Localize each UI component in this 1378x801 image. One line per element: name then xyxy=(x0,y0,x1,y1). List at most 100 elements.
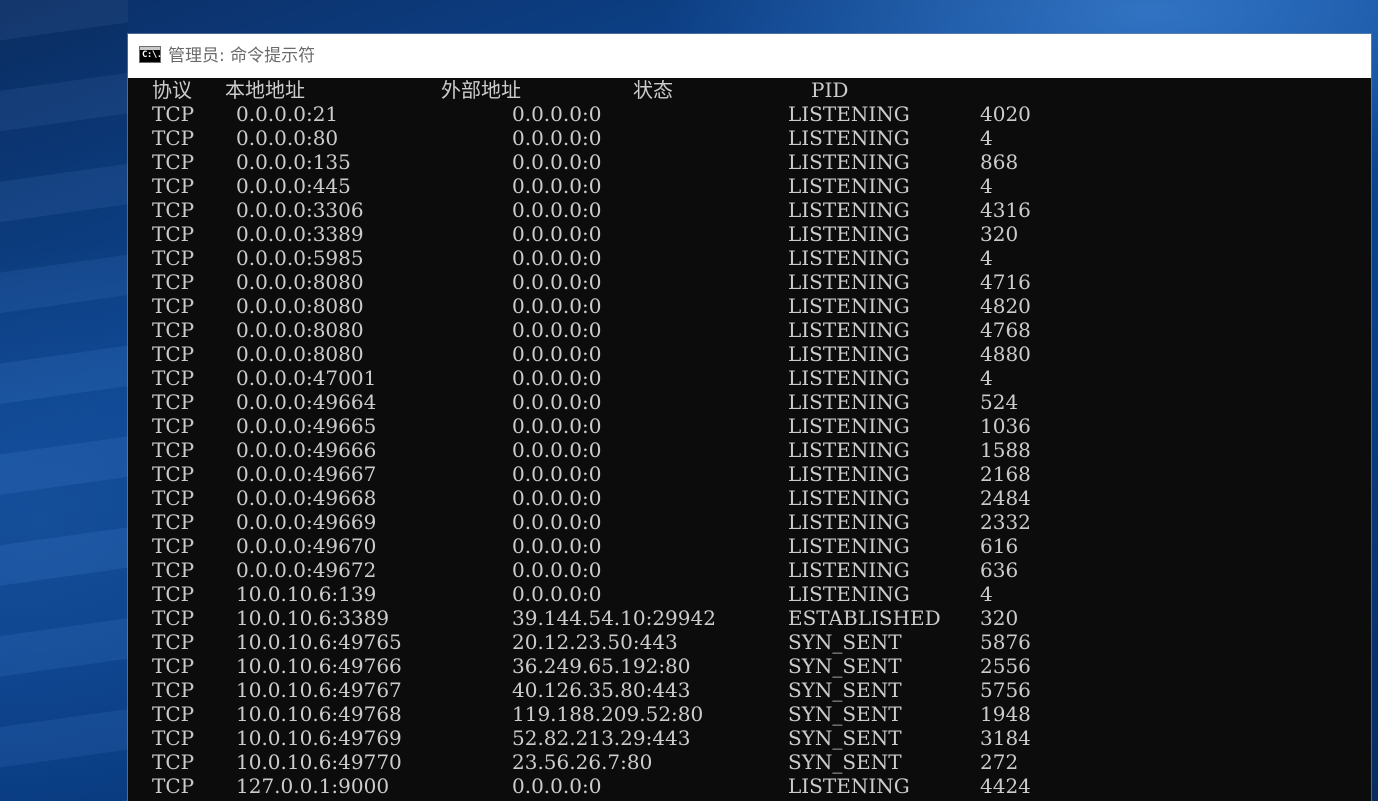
row-pid: 1588 xyxy=(980,438,1031,462)
row-foreign-address: 0.0.0.0:0 xyxy=(512,462,602,486)
row-local-address: 0.0.0.0:49669 xyxy=(236,510,377,534)
row-state: LISTENING xyxy=(788,774,910,798)
row-state: LISTENING xyxy=(788,246,910,270)
title-bar[interactable]: C:\. 管理员: 命令提示符 xyxy=(128,34,1371,78)
row-state: LISTENING xyxy=(788,222,910,246)
row-local-address: 0.0.0.0:49664 xyxy=(236,390,377,414)
row-local-address: 10.0.10.6:49767 xyxy=(236,678,402,702)
netstat-header-row: 协议 本地地址 外部地址 状态 PID xyxy=(128,78,848,102)
row-pid: 4 xyxy=(980,246,993,270)
row-state: SYN_SENT xyxy=(788,678,902,702)
row-local-address: 10.0.10.6:3389 xyxy=(236,606,390,630)
row-pid: 4316 xyxy=(980,198,1031,222)
row-foreign-address: 0.0.0.0:0 xyxy=(512,438,602,462)
row-pid: 3184 xyxy=(980,726,1031,750)
row-pid: 4 xyxy=(980,174,993,198)
cmd-icon-label: C:\. xyxy=(142,50,162,60)
row-local-address: 0.0.0.0:49666 xyxy=(236,438,377,462)
row-foreign-address: 40.126.35.80:443 xyxy=(512,678,691,702)
row-proto: TCP xyxy=(152,462,195,486)
console-output[interactable]: 协议 本地地址 外部地址 状态 PID TCP 0.0.0.0:21 0.0.0.0… xyxy=(128,78,1371,801)
row-foreign-address: 0.0.0.0:0 xyxy=(512,246,602,270)
row-proto: TCP xyxy=(152,750,195,774)
row-foreign-address: 0.0.0.0:0 xyxy=(512,486,602,510)
row-local-address: 10.0.10.6:49768 xyxy=(236,702,402,726)
row-pid: 4716 xyxy=(980,270,1031,294)
row-local-address: 0.0.0.0:49670 xyxy=(236,534,377,558)
row-state: LISTENING xyxy=(788,558,910,582)
row-state: SYN_SENT xyxy=(788,750,902,774)
row-foreign-address: 20.12.23.50:443 xyxy=(512,630,678,654)
row-state: LISTENING xyxy=(788,438,910,462)
row-pid: 5876 xyxy=(980,630,1031,654)
row-foreign-address: 0.0.0.0:0 xyxy=(512,318,602,342)
row-foreign-address: 0.0.0.0:0 xyxy=(512,294,602,318)
row-state: SYN_SENT xyxy=(788,726,902,750)
cmd-window[interactable]: C:\. 管理员: 命令提示符 协议 本地地址 外部地址 状态 PID TCP 0… xyxy=(128,34,1371,801)
row-state: LISTENING xyxy=(788,198,910,222)
row-foreign-address: 0.0.0.0:0 xyxy=(512,126,602,150)
row-pid: 1036 xyxy=(980,414,1031,438)
row-proto: TCP xyxy=(152,342,195,366)
row-state: LISTENING xyxy=(788,534,910,558)
row-proto: TCP xyxy=(152,102,195,126)
row-state: SYN_SENT xyxy=(788,630,902,654)
row-local-address: 10.0.10.6:49769 xyxy=(236,726,402,750)
row-pid: 4020 xyxy=(980,102,1031,126)
header-foreign-address: 外部地址 xyxy=(441,78,521,102)
cmd-icon[interactable]: C:\. xyxy=(139,46,162,63)
row-pid: 4 xyxy=(980,582,993,606)
row-proto: TCP xyxy=(152,414,195,438)
row-foreign-address: 23.56.26.7:80 xyxy=(512,750,653,774)
row-state: SYN_SENT xyxy=(788,654,902,678)
row-proto: TCP xyxy=(152,486,195,510)
row-pid: 4 xyxy=(980,126,993,150)
row-local-address: 127.0.0.1:9000 xyxy=(236,774,390,798)
row-pid: 4424 xyxy=(980,774,1031,798)
row-local-address: 0.0.0.0:8080 xyxy=(236,342,364,366)
row-pid: 524 xyxy=(980,390,1019,414)
row-state: ESTABLISHED xyxy=(788,606,941,630)
row-proto: TCP xyxy=(152,510,195,534)
row-foreign-address: 0.0.0.0:0 xyxy=(512,222,602,246)
row-proto: TCP xyxy=(152,126,195,150)
row-proto: TCP xyxy=(152,150,195,174)
row-local-address: 0.0.0.0:135 xyxy=(236,150,351,174)
row-pid: 868 xyxy=(980,150,1019,174)
row-proto: TCP xyxy=(152,318,195,342)
row-state: LISTENING xyxy=(788,150,910,174)
row-pid: 320 xyxy=(980,606,1019,630)
row-proto: TCP xyxy=(152,726,195,750)
row-pid: 2332 xyxy=(980,510,1031,534)
row-pid: 1948 xyxy=(980,702,1031,726)
header-state: 状态 xyxy=(633,78,673,102)
row-foreign-address: 0.0.0.0:0 xyxy=(512,198,602,222)
row-foreign-address: 0.0.0.0:0 xyxy=(512,150,602,174)
row-state: LISTENING xyxy=(788,342,910,366)
row-foreign-address: 0.0.0.0:0 xyxy=(512,102,602,126)
row-proto: TCP xyxy=(152,390,195,414)
row-foreign-address: 0.0.0.0:0 xyxy=(512,270,602,294)
row-pid: 2556 xyxy=(980,654,1031,678)
row-local-address: 0.0.0.0:49668 xyxy=(236,486,377,510)
row-proto: TCP xyxy=(152,558,195,582)
row-state: LISTENING xyxy=(788,270,910,294)
row-state: SYN_SENT xyxy=(788,702,902,726)
row-state: LISTENING xyxy=(788,126,910,150)
row-foreign-address: 119.188.209.52:80 xyxy=(512,702,704,726)
row-foreign-address: 36.249.65.192:80 xyxy=(512,654,691,678)
row-proto: TCP xyxy=(152,366,195,390)
window-title: 管理员: 命令提示符 xyxy=(168,46,316,66)
row-state: LISTENING xyxy=(788,582,910,606)
row-pid: 4820 xyxy=(980,294,1031,318)
row-local-address: 0.0.0.0:80 xyxy=(236,126,339,150)
row-foreign-address: 52.82.213.29:443 xyxy=(512,726,691,750)
row-foreign-address: 0.0.0.0:0 xyxy=(512,534,602,558)
row-pid: 4 xyxy=(980,366,993,390)
row-state: LISTENING xyxy=(788,174,910,198)
row-local-address: 10.0.10.6:49770 xyxy=(236,750,402,774)
row-proto: TCP xyxy=(152,270,195,294)
row-proto: TCP xyxy=(152,654,195,678)
row-local-address: 10.0.10.6:49766 xyxy=(236,654,402,678)
row-pid: 4768 xyxy=(980,318,1031,342)
